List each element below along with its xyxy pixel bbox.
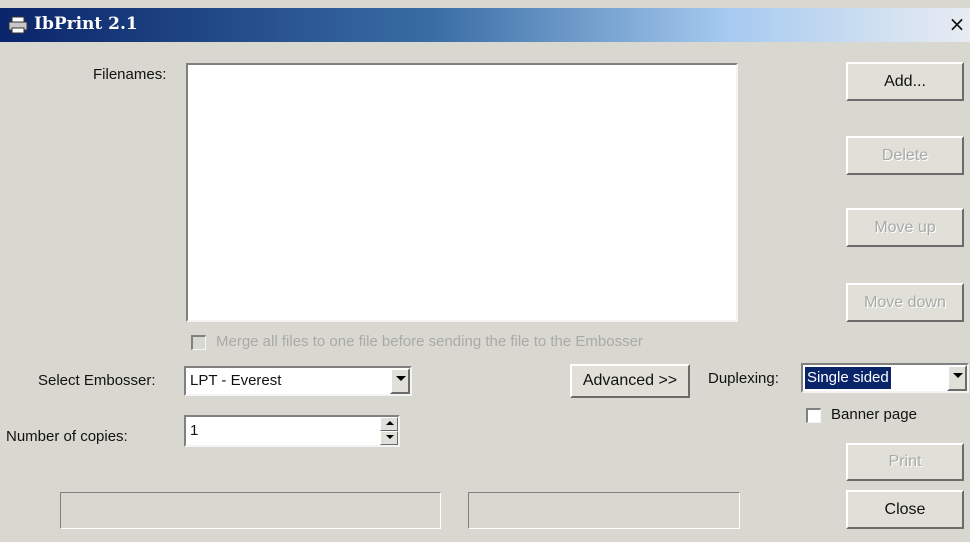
spin-up-icon — [386, 421, 394, 425]
copies-label: Number of copies: — [6, 428, 128, 445]
move-down-button[interactable]: Move down — [846, 283, 964, 322]
embosser-label: Select Embosser: — [38, 372, 156, 389]
merge-checkbox[interactable] — [191, 335, 206, 350]
spin-up-button[interactable] — [380, 417, 398, 431]
spin-down-button[interactable] — [380, 431, 398, 445]
printer-icon — [8, 16, 28, 34]
duplexing-label: Duplexing: — [708, 370, 779, 387]
duplexing-select[interactable]: Single sided — [801, 363, 969, 393]
copies-spin-buttons — [380, 417, 398, 445]
merge-label: Merge all files to one file before sendi… — [216, 333, 643, 350]
chevron-down-icon — [396, 376, 406, 381]
print-button[interactable]: Print — [846, 443, 964, 481]
embosser-value: LPT - Everest — [190, 372, 282, 389]
filenames-list[interactable] — [186, 63, 738, 322]
embosser-dropdown-button[interactable] — [390, 368, 410, 394]
add-button[interactable]: Add... — [846, 62, 964, 101]
embosser-select[interactable]: LPT - Everest — [184, 366, 412, 396]
move-up-button[interactable]: Move up — [846, 208, 964, 247]
copies-value[interactable]: 1 — [190, 422, 198, 439]
window-title: IbPrint 2.1 — [34, 14, 138, 34]
filenames-label: Filenames: — [93, 66, 167, 83]
chevron-down-icon — [953, 373, 963, 378]
banner-page-checkbox[interactable] — [806, 408, 821, 423]
advanced-button[interactable]: Advanced >> — [570, 364, 690, 398]
delete-button[interactable]: Delete — [846, 136, 964, 175]
status-panel-left — [60, 492, 441, 529]
duplexing-value: Single sided — [805, 367, 891, 389]
banner-page-label: Banner page — [831, 406, 917, 423]
spin-down-icon — [386, 435, 394, 439]
duplexing-dropdown-button[interactable] — [947, 365, 967, 391]
copies-spinner[interactable]: 1 — [184, 415, 400, 447]
close-button[interactable]: Close — [846, 490, 964, 529]
title-bar: IbPrint 2.1 × — [0, 8, 970, 42]
status-panel-right — [468, 492, 740, 529]
close-icon[interactable]: × — [948, 11, 966, 37]
